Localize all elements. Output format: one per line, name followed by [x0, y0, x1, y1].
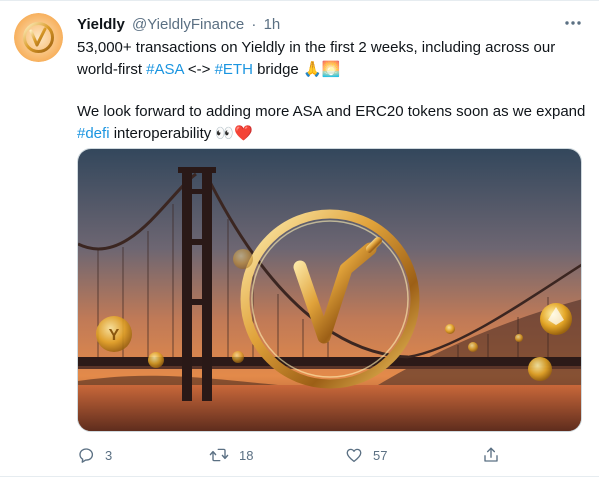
separator-dot: · [251, 16, 257, 33]
tweet-paragraph-1: 53,000+ transactions on Yieldly in the f… [77, 37, 589, 80]
text-segment: interoperability [109, 124, 216, 142]
hashtag-eth-link[interactable]: #ETH [215, 61, 253, 78]
share-icon [484, 447, 498, 462]
more-horizontal-icon [565, 21, 581, 25]
reply-button[interactable]: 3 [77, 444, 112, 466]
hashtag-defi-link[interactable]: #defi [77, 125, 110, 142]
top-divider [0, 0, 599, 1]
tweet-header: Yieldly @YieldlyFinance · 1h [77, 15, 280, 35]
tweet-text: 53,000+ transactions on Yieldly in the f… [77, 37, 589, 144]
svg-text:Y: Y [109, 327, 120, 344]
tweet-paragraph-2: We look forward to adding more ASA and E… [77, 101, 589, 144]
reply-icon [79, 448, 94, 463]
bridge-artwork: Y [78, 149, 581, 431]
retweet-button[interactable]: 18 [209, 444, 253, 466]
like-button[interactable]: 57 [345, 444, 387, 466]
more-options-button[interactable] [562, 13, 584, 33]
timestamp[interactable]: 1h [264, 16, 281, 33]
reply-count: 3 [105, 447, 113, 463]
hashtag-asa-link[interactable]: #ASA [146, 61, 184, 78]
tweet-actions: 3 18 57 [77, 444, 582, 466]
heart-icon [346, 448, 362, 463]
tweet-media-image[interactable]: Y [77, 148, 582, 432]
emoji: 👀❤️ [215, 124, 253, 142]
share-button[interactable] [482, 444, 500, 466]
author-name[interactable]: Yieldly [77, 16, 125, 33]
retweet-count: 18 [239, 447, 254, 463]
like-count: 57 [373, 447, 388, 463]
text-segment: bridge [252, 60, 303, 78]
text-segment: We look forward to adding more ASA and E… [77, 103, 586, 120]
emoji: 🙏🌅 [302, 60, 341, 78]
author-handle[interactable]: @YieldlyFinance [132, 16, 244, 33]
avatar[interactable] [14, 13, 63, 62]
text-segment: <-> [183, 60, 215, 78]
retweet-icon [209, 448, 229, 462]
